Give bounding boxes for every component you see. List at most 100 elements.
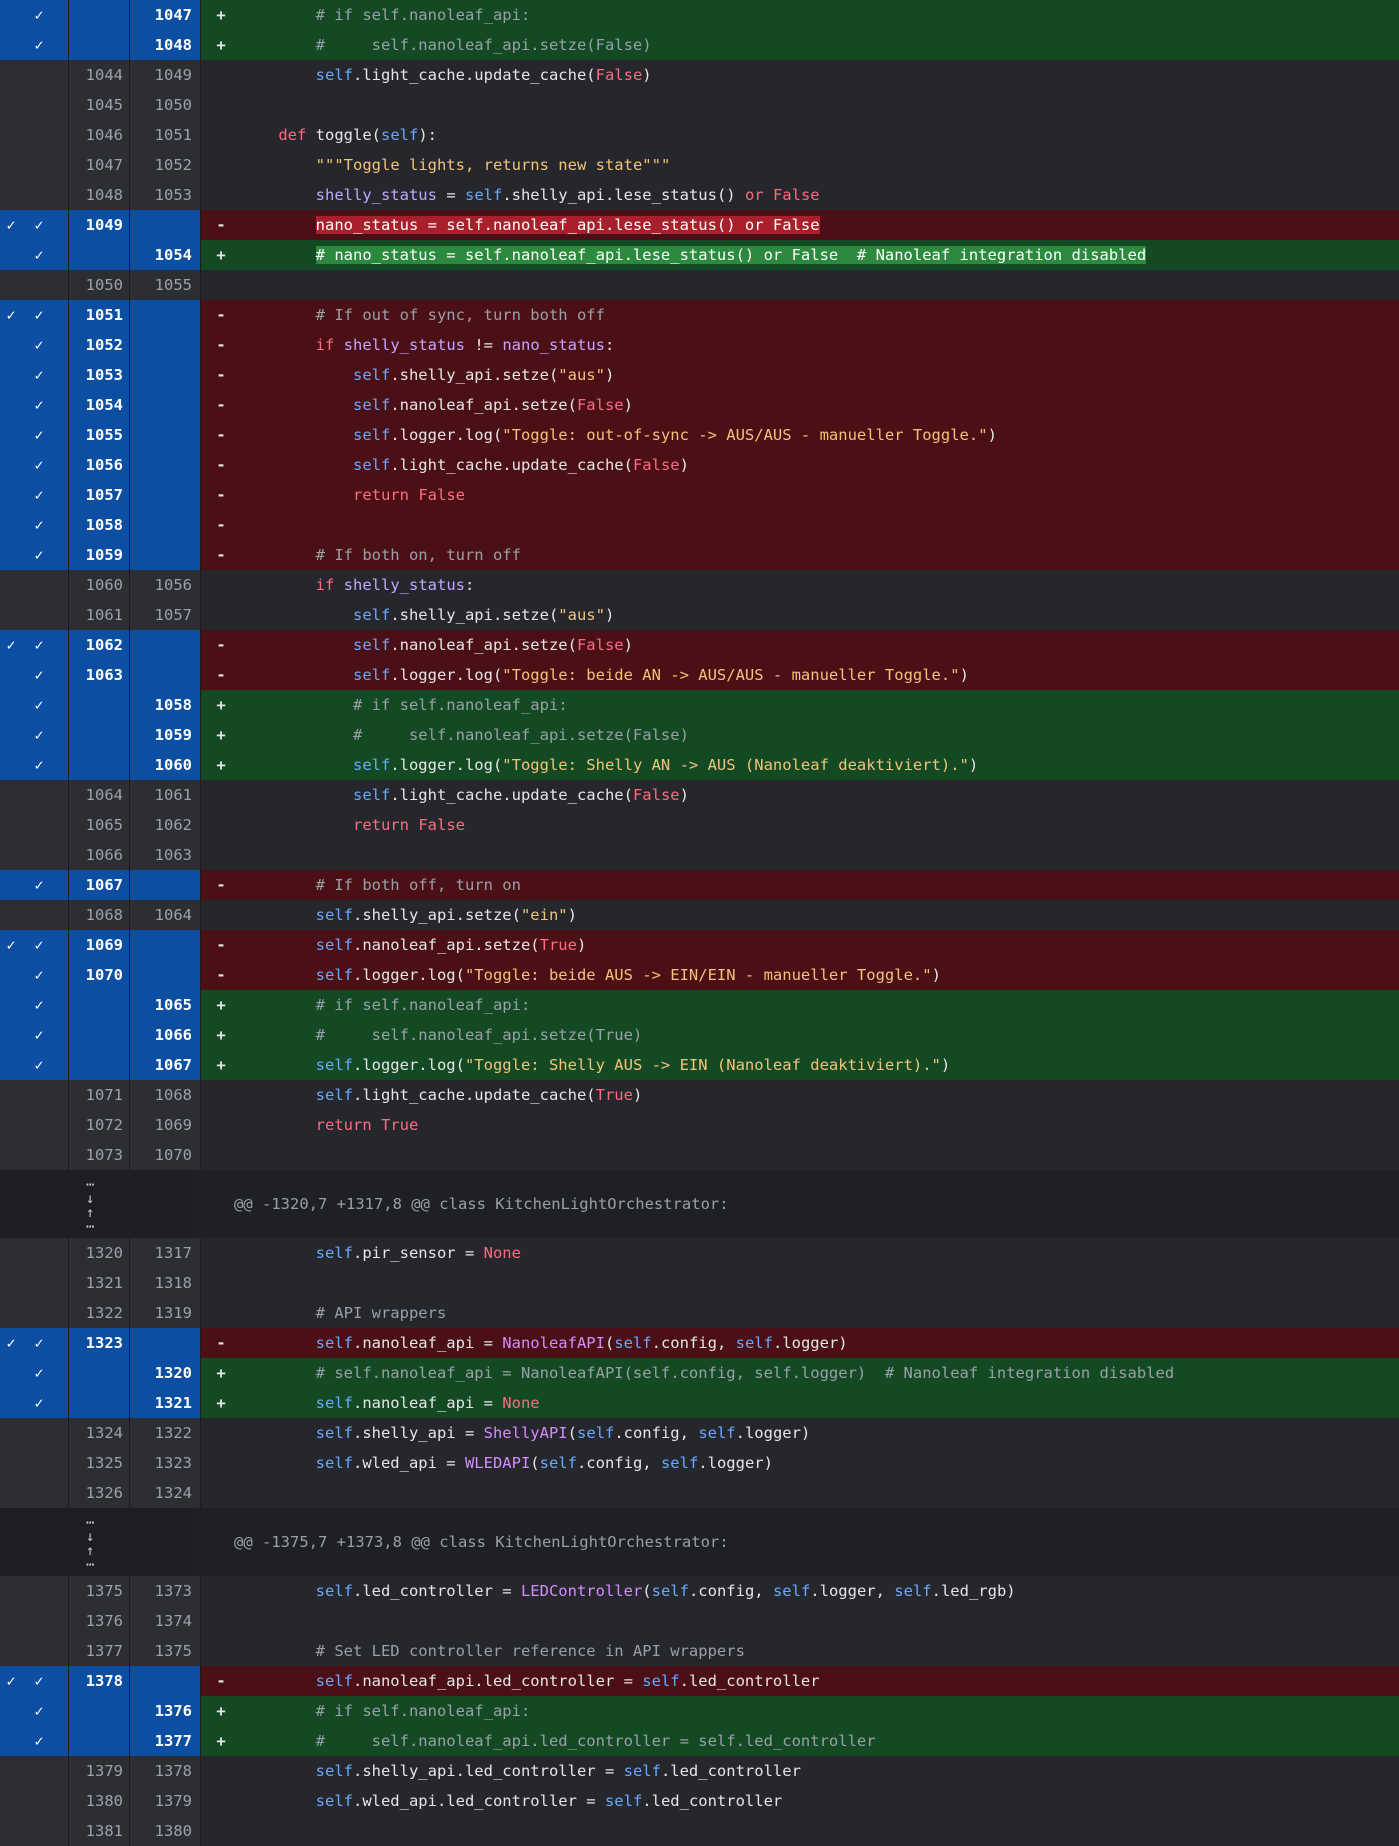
diff-line-context[interactable]: 1321 1318 [0,1268,1399,1298]
line-select-gutter[interactable] [0,270,69,300]
line-select-gutter[interactable] [0,1268,69,1298]
diff-line-context[interactable]: 1066 1063 [0,840,1399,870]
check-icon[interactable]: ✓ [28,210,50,240]
diff-line-context[interactable]: 1061 1057 self.shelly_api.setze("aus") [0,600,1399,630]
line-select-gutter[interactable] [0,1756,69,1786]
check-icon[interactable]: ✓ [28,450,50,480]
diff-line-deleted[interactable]: ✓ ✓ 1062- self.nanoleaf_api.setze(False) [0,630,1399,660]
diff-line-added[interactable]: ✓ 1377 + # self.nanoleaf_api.led_controlle… [0,1726,1399,1756]
diff-line-added[interactable]: ✓ 1058 + # if self.nanoleaf_api: [0,690,1399,720]
diff-line-deleted[interactable]: ✓ ✓ 1323- self.nanoleaf_api = NanoleafAPI(… [0,1328,1399,1358]
line-select-gutter[interactable]: ✓ [0,390,69,420]
line-select-gutter[interactable] [0,1140,69,1170]
line-select-gutter[interactable]: ✓ [0,990,69,1020]
diff-line-context[interactable]: 1381 1380 [0,1816,1399,1846]
diff-line-context[interactable]: 1048 1053 shelly_status = self.shelly_api… [0,180,1399,210]
check-icon[interactable]: ✓ [28,960,50,990]
line-select-gutter[interactable] [0,1238,69,1268]
check-icon[interactable]: ✓ [28,480,50,510]
line-select-gutter[interactable] [0,810,69,840]
line-select-gutter[interactable] [0,1816,69,1846]
line-select-gutter[interactable] [0,1298,69,1328]
check-icon[interactable]: ✓ [28,510,50,540]
diff-line-context[interactable]: 1068 1064 self.shelly_api.setze("ein") [0,900,1399,930]
diff-line-context[interactable]: 1071 1068 self.light_cache.update_cache(T… [0,1080,1399,1110]
line-select-gutter[interactable]: ✓ ✓ [0,1328,69,1358]
line-select-gutter[interactable]: ✓ [0,540,69,570]
check-icon[interactable]: ✓ [0,300,22,330]
line-select-gutter[interactable]: ✓ ✓ [0,210,69,240]
line-select-gutter[interactable] [0,120,69,150]
diff-line-deleted[interactable]: ✓ 1063 - self.logger.log("Toggle: beide AN… [0,660,1399,690]
line-select-gutter[interactable] [0,1636,69,1666]
expand-up-icon[interactable]: ↑ ⋯ [86,1544,94,1572]
diff-line-added[interactable]: ✓ 1054 + # nano_status = self.nanoleaf_api… [0,240,1399,270]
check-icon[interactable]: ✓ [28,1726,50,1756]
diff-line-deleted[interactable]: ✓ ✓ 1049- nano_status = self.nanoleaf_api.… [0,210,1399,240]
line-select-gutter[interactable] [0,1576,69,1606]
check-icon[interactable]: ✓ [28,1358,50,1388]
diff-line-context[interactable]: 1326 1324 [0,1478,1399,1508]
check-icon[interactable]: ✓ [0,210,22,240]
line-select-gutter[interactable]: ✓ [0,330,69,360]
diff-line-added[interactable]: ✓ 1048 + # self.nanoleaf_api.setze(False) [0,30,1399,60]
diff-line-added[interactable]: ✓ 1376 + # if self.nanoleaf_api: [0,1696,1399,1726]
diff-line-deleted[interactable]: ✓ 1070 - self.logger.log("Toggle: beide AU… [0,960,1399,990]
expand-down-icon[interactable]: ⋯ ↓ [86,1516,94,1544]
line-select-gutter[interactable] [0,1110,69,1140]
check-icon[interactable]: ✓ [28,720,50,750]
line-select-gutter[interactable]: ✓ [0,960,69,990]
line-select-gutter[interactable]: ✓ [0,30,69,60]
line-select-gutter[interactable]: ✓ [0,480,69,510]
check-icon[interactable]: ✓ [0,630,22,660]
diff-line-deleted[interactable]: ✓ 1053 - self.shelly_api.setze("aus") [0,360,1399,390]
diff-line-context[interactable]: 1320 1317 self.pir_sensor = None [0,1238,1399,1268]
diff-line-deleted[interactable]: ✓ 1055 - self.logger.log("Toggle: out-of-s… [0,420,1399,450]
diff-line-context[interactable]: 1072 1069 return True [0,1110,1399,1140]
check-icon[interactable]: ✓ [28,1666,50,1696]
line-select-gutter[interactable] [0,600,69,630]
check-icon[interactable]: ✓ [28,1696,50,1726]
diff-line-deleted[interactable]: ✓ ✓ 1069- self.nanoleaf_api.setze(True) [0,930,1399,960]
check-icon[interactable]: ✓ [0,930,22,960]
diff-line-deleted[interactable]: ✓ 1059 - # If both on, turn off [0,540,1399,570]
check-icon[interactable]: ✓ [0,1328,22,1358]
diff-line-context[interactable]: 1073 1070 [0,1140,1399,1170]
diff-line-deleted[interactable]: ✓ 1067 - # If both off, turn on [0,870,1399,900]
diff-line-context[interactable]: 1045 1050 [0,90,1399,120]
line-select-gutter[interactable]: ✓ [0,870,69,900]
diff-line-context[interactable]: 1047 1052 """Toggle lights, returns new s… [0,150,1399,180]
diff-line-deleted[interactable]: ✓ ✓ 1051- # If out of sync, turn both off [0,300,1399,330]
diff-line-context[interactable]: 1065 1062 return False [0,810,1399,840]
check-icon[interactable]: ✓ [28,360,50,390]
check-icon[interactable]: ✓ [0,1666,22,1696]
line-select-gutter[interactable] [0,840,69,870]
diff-line-deleted[interactable]: ✓ 1052 - if shelly_status != nano_status: [0,330,1399,360]
check-icon[interactable]: ✓ [28,540,50,570]
check-icon[interactable]: ✓ [28,930,50,960]
line-select-gutter[interactable]: ✓ [0,360,69,390]
check-icon[interactable]: ✓ [28,630,50,660]
check-icon[interactable]: ✓ [28,1388,50,1418]
line-select-gutter[interactable]: ✓ [0,1020,69,1050]
line-select-gutter[interactable] [0,1478,69,1508]
line-select-gutter[interactable] [0,1418,69,1448]
expand-controls[interactable]: ⋯ ↓ ↑ ⋯ [0,1170,190,1238]
diff-line-context[interactable]: 1046 1051 def toggle(self): [0,120,1399,150]
check-icon[interactable]: ✓ [28,750,50,780]
check-icon[interactable]: ✓ [28,30,50,60]
diff-line-context[interactable]: 1324 1322 self.shelly_api = ShellyAPI(sel… [0,1418,1399,1448]
check-icon[interactable]: ✓ [28,240,50,270]
line-select-gutter[interactable] [0,90,69,120]
line-select-gutter[interactable] [0,780,69,810]
line-select-gutter[interactable]: ✓ ✓ [0,1666,69,1696]
line-select-gutter[interactable]: ✓ [0,1388,69,1418]
line-select-gutter[interactable]: ✓ [0,420,69,450]
check-icon[interactable]: ✓ [28,1328,50,1358]
line-select-gutter[interactable]: ✓ [0,510,69,540]
line-select-gutter[interactable]: ✓ ✓ [0,300,69,330]
line-select-gutter[interactable] [0,1448,69,1478]
line-select-gutter[interactable] [0,1080,69,1110]
line-select-gutter[interactable] [0,570,69,600]
diff-line-deleted[interactable]: ✓ 1057 - return False [0,480,1399,510]
